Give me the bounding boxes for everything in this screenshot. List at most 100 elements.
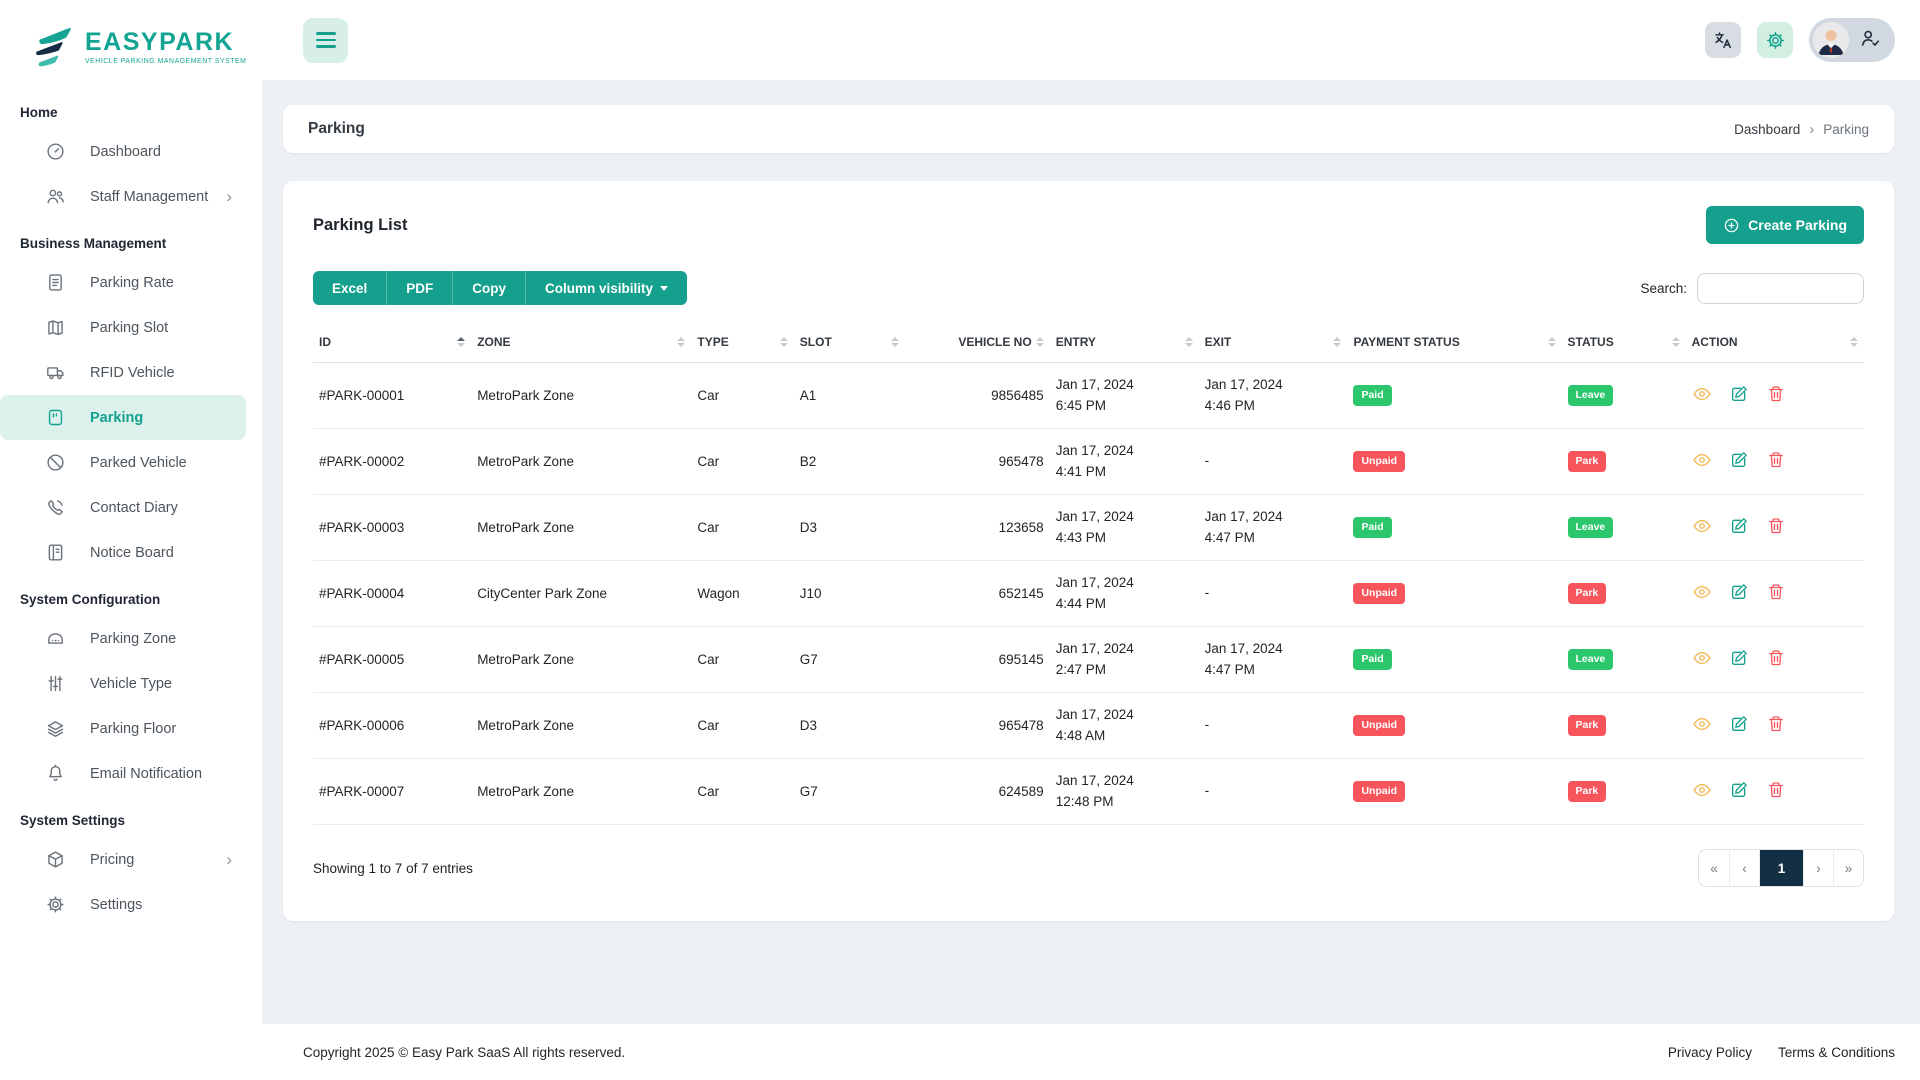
copy-button[interactable]: Copy bbox=[453, 271, 527, 305]
search-input[interactable] bbox=[1697, 272, 1864, 304]
user-menu[interactable] bbox=[1809, 18, 1895, 62]
column-header-action[interactable]: ACTION bbox=[1685, 323, 1864, 363]
cell-zone: MetroPark Zone bbox=[471, 626, 692, 693]
edit-button[interactable] bbox=[1729, 516, 1749, 539]
sidebar-item-staff-management[interactable]: Staff Management › bbox=[0, 174, 246, 219]
create-parking-button[interactable]: Create Parking bbox=[1706, 206, 1864, 244]
delete-button[interactable] bbox=[1766, 780, 1786, 803]
delete-button[interactable] bbox=[1766, 516, 1786, 539]
pagination-button[interactable]: ‹ bbox=[1729, 850, 1759, 886]
box-icon bbox=[45, 849, 66, 870]
view-button[interactable] bbox=[1692, 582, 1712, 605]
cell-action bbox=[1685, 692, 1864, 759]
sidebar-item-label: Notice Board bbox=[90, 544, 174, 561]
delete-button[interactable] bbox=[1766, 582, 1786, 605]
edit-button[interactable] bbox=[1729, 648, 1749, 671]
sidebar-item-parking[interactable]: Parking bbox=[0, 395, 246, 440]
sort-icon bbox=[677, 337, 686, 347]
export-pdf-button[interactable]: PDF bbox=[387, 271, 454, 305]
payment-status-badge: Unpaid bbox=[1353, 451, 1406, 472]
view-button[interactable] bbox=[1692, 648, 1712, 671]
column-header-zone[interactable]: ZONE bbox=[471, 323, 692, 363]
cell-type: Car bbox=[691, 494, 794, 561]
sort-icon bbox=[1850, 337, 1858, 347]
breadcrumb-dashboard-link[interactable]: Dashboard bbox=[1734, 122, 1800, 137]
cell-action bbox=[1685, 758, 1864, 825]
delete-button[interactable] bbox=[1766, 384, 1786, 407]
view-button[interactable] bbox=[1692, 384, 1712, 407]
sidebar-item-parking-floor[interactable]: Parking Floor bbox=[0, 706, 246, 751]
table-row: #PARK-00003 MetroPark Zone Car D3 123658 Jan … bbox=[313, 494, 1864, 561]
cell-payment-status: Paid bbox=[1347, 362, 1562, 429]
table-toolbar: Excel PDF Copy Column visibility Search: bbox=[313, 271, 1864, 305]
view-button[interactable] bbox=[1692, 450, 1712, 473]
pagination-page-current[interactable]: 1 bbox=[1759, 850, 1803, 886]
trash-icon bbox=[1766, 714, 1786, 737]
sidebar-item-parking-rate[interactable]: Parking Rate bbox=[0, 260, 246, 305]
sidebar-item-settings[interactable]: Settings bbox=[0, 882, 246, 927]
column-header-entry[interactable]: ENTRY bbox=[1049, 323, 1199, 363]
menu-toggle-button[interactable] bbox=[303, 17, 348, 63]
pagination: «‹ 1 ›» bbox=[1698, 849, 1864, 887]
entries-info: Showing 1 to 7 of 7 entries bbox=[313, 860, 473, 876]
language-switch-button[interactable] bbox=[1705, 22, 1741, 58]
sidebar-item-rfid-vehicle[interactable]: RFID Vehicle bbox=[0, 350, 246, 395]
edit-button[interactable] bbox=[1729, 384, 1749, 407]
cell-status: Park bbox=[1561, 560, 1686, 627]
parking-list-card: Parking List Create Parking Excel PDF Co… bbox=[283, 181, 1894, 921]
delete-button[interactable] bbox=[1766, 450, 1786, 473]
cell-exit: - bbox=[1198, 758, 1348, 825]
phone-icon bbox=[45, 497, 66, 518]
sidebar-item-label: RFID Vehicle bbox=[90, 364, 175, 381]
column-header-type[interactable]: TYPE bbox=[691, 323, 794, 363]
sidebar-item-contact-diary[interactable]: Contact Diary bbox=[0, 485, 246, 530]
payment-status-badge: Unpaid bbox=[1353, 781, 1406, 802]
pencil-square-icon bbox=[1729, 780, 1749, 803]
sidebar-item-parked-vehicle[interactable]: Parked Vehicle bbox=[0, 440, 246, 485]
sort-icon bbox=[1035, 337, 1044, 347]
column-header-exit[interactable]: EXIT bbox=[1198, 323, 1348, 363]
sidebar-item-email-notification[interactable]: Email Notification bbox=[0, 751, 246, 796]
column-header-payment-status[interactable]: PAYMENT STATUS bbox=[1347, 323, 1562, 363]
sort-icon bbox=[779, 337, 788, 347]
delete-button[interactable] bbox=[1766, 714, 1786, 737]
terms-conditions-link[interactable]: Terms & Conditions bbox=[1778, 1045, 1895, 1060]
trash-icon bbox=[1766, 648, 1786, 671]
brand-logo[interactable]: EASYPARK VEHICLE PARKING MANAGEMENT SYST… bbox=[0, 14, 262, 88]
edit-button[interactable] bbox=[1729, 714, 1749, 737]
edit-button[interactable] bbox=[1729, 582, 1749, 605]
column-header-vehicle-no[interactable]: VEHICLE NO bbox=[905, 323, 1050, 363]
settings-quick-button[interactable] bbox=[1757, 22, 1793, 58]
column-header-slot[interactable]: SLOT bbox=[793, 323, 906, 363]
column-header-status[interactable]: STATUS bbox=[1561, 323, 1686, 363]
edit-button[interactable] bbox=[1729, 780, 1749, 803]
sidebar-item-parking-slot[interactable]: Parking Slot bbox=[0, 305, 246, 350]
export-excel-button[interactable]: Excel bbox=[313, 271, 388, 305]
cell-type: Car bbox=[691, 626, 794, 693]
cell-vehicle-no: 695145 bbox=[905, 626, 1050, 693]
table-row: #PARK-00005 MetroPark Zone Car G7 695145 Jan … bbox=[313, 626, 1864, 693]
cell-vehicle-no: 9856485 bbox=[905, 362, 1050, 429]
edit-button[interactable] bbox=[1729, 450, 1749, 473]
privacy-policy-link[interactable]: Privacy Policy bbox=[1668, 1045, 1752, 1060]
status-badge: Leave bbox=[1567, 385, 1614, 406]
cell-entry: Jan 17, 2024 4:43 PM bbox=[1049, 494, 1199, 561]
table-row: #PARK-00006 MetroPark Zone Car D3 965478 Jan … bbox=[313, 692, 1864, 759]
column-header-id[interactable]: ID bbox=[313, 323, 472, 363]
table-header-row: ID ZONE TYPE SLOT VEHICLE NO ENTRY EXIT … bbox=[313, 323, 1864, 363]
cell-type: Car bbox=[691, 758, 794, 825]
view-button[interactable] bbox=[1692, 516, 1712, 539]
sidebar-item-vehicle-type[interactable]: Vehicle Type bbox=[0, 661, 246, 706]
sidebar-item-pricing[interactable]: Pricing › bbox=[0, 837, 246, 882]
sidebar-item-parking-zone[interactable]: Parking Zone bbox=[0, 616, 246, 661]
view-button[interactable] bbox=[1692, 714, 1712, 737]
delete-button[interactable] bbox=[1766, 648, 1786, 671]
pagination-button[interactable]: » bbox=[1833, 850, 1863, 886]
sidebar-item-notice-board[interactable]: Notice Board bbox=[0, 530, 246, 575]
pagination-button[interactable]: › bbox=[1803, 850, 1833, 886]
sidebar-item-dashboard[interactable]: Dashboard bbox=[0, 129, 246, 174]
view-button[interactable] bbox=[1692, 780, 1712, 803]
column-visibility-dropdown[interactable]: Column visibility bbox=[526, 271, 688, 305]
plus-circle-icon bbox=[1724, 218, 1739, 232]
pagination-button[interactable]: « bbox=[1699, 850, 1729, 886]
